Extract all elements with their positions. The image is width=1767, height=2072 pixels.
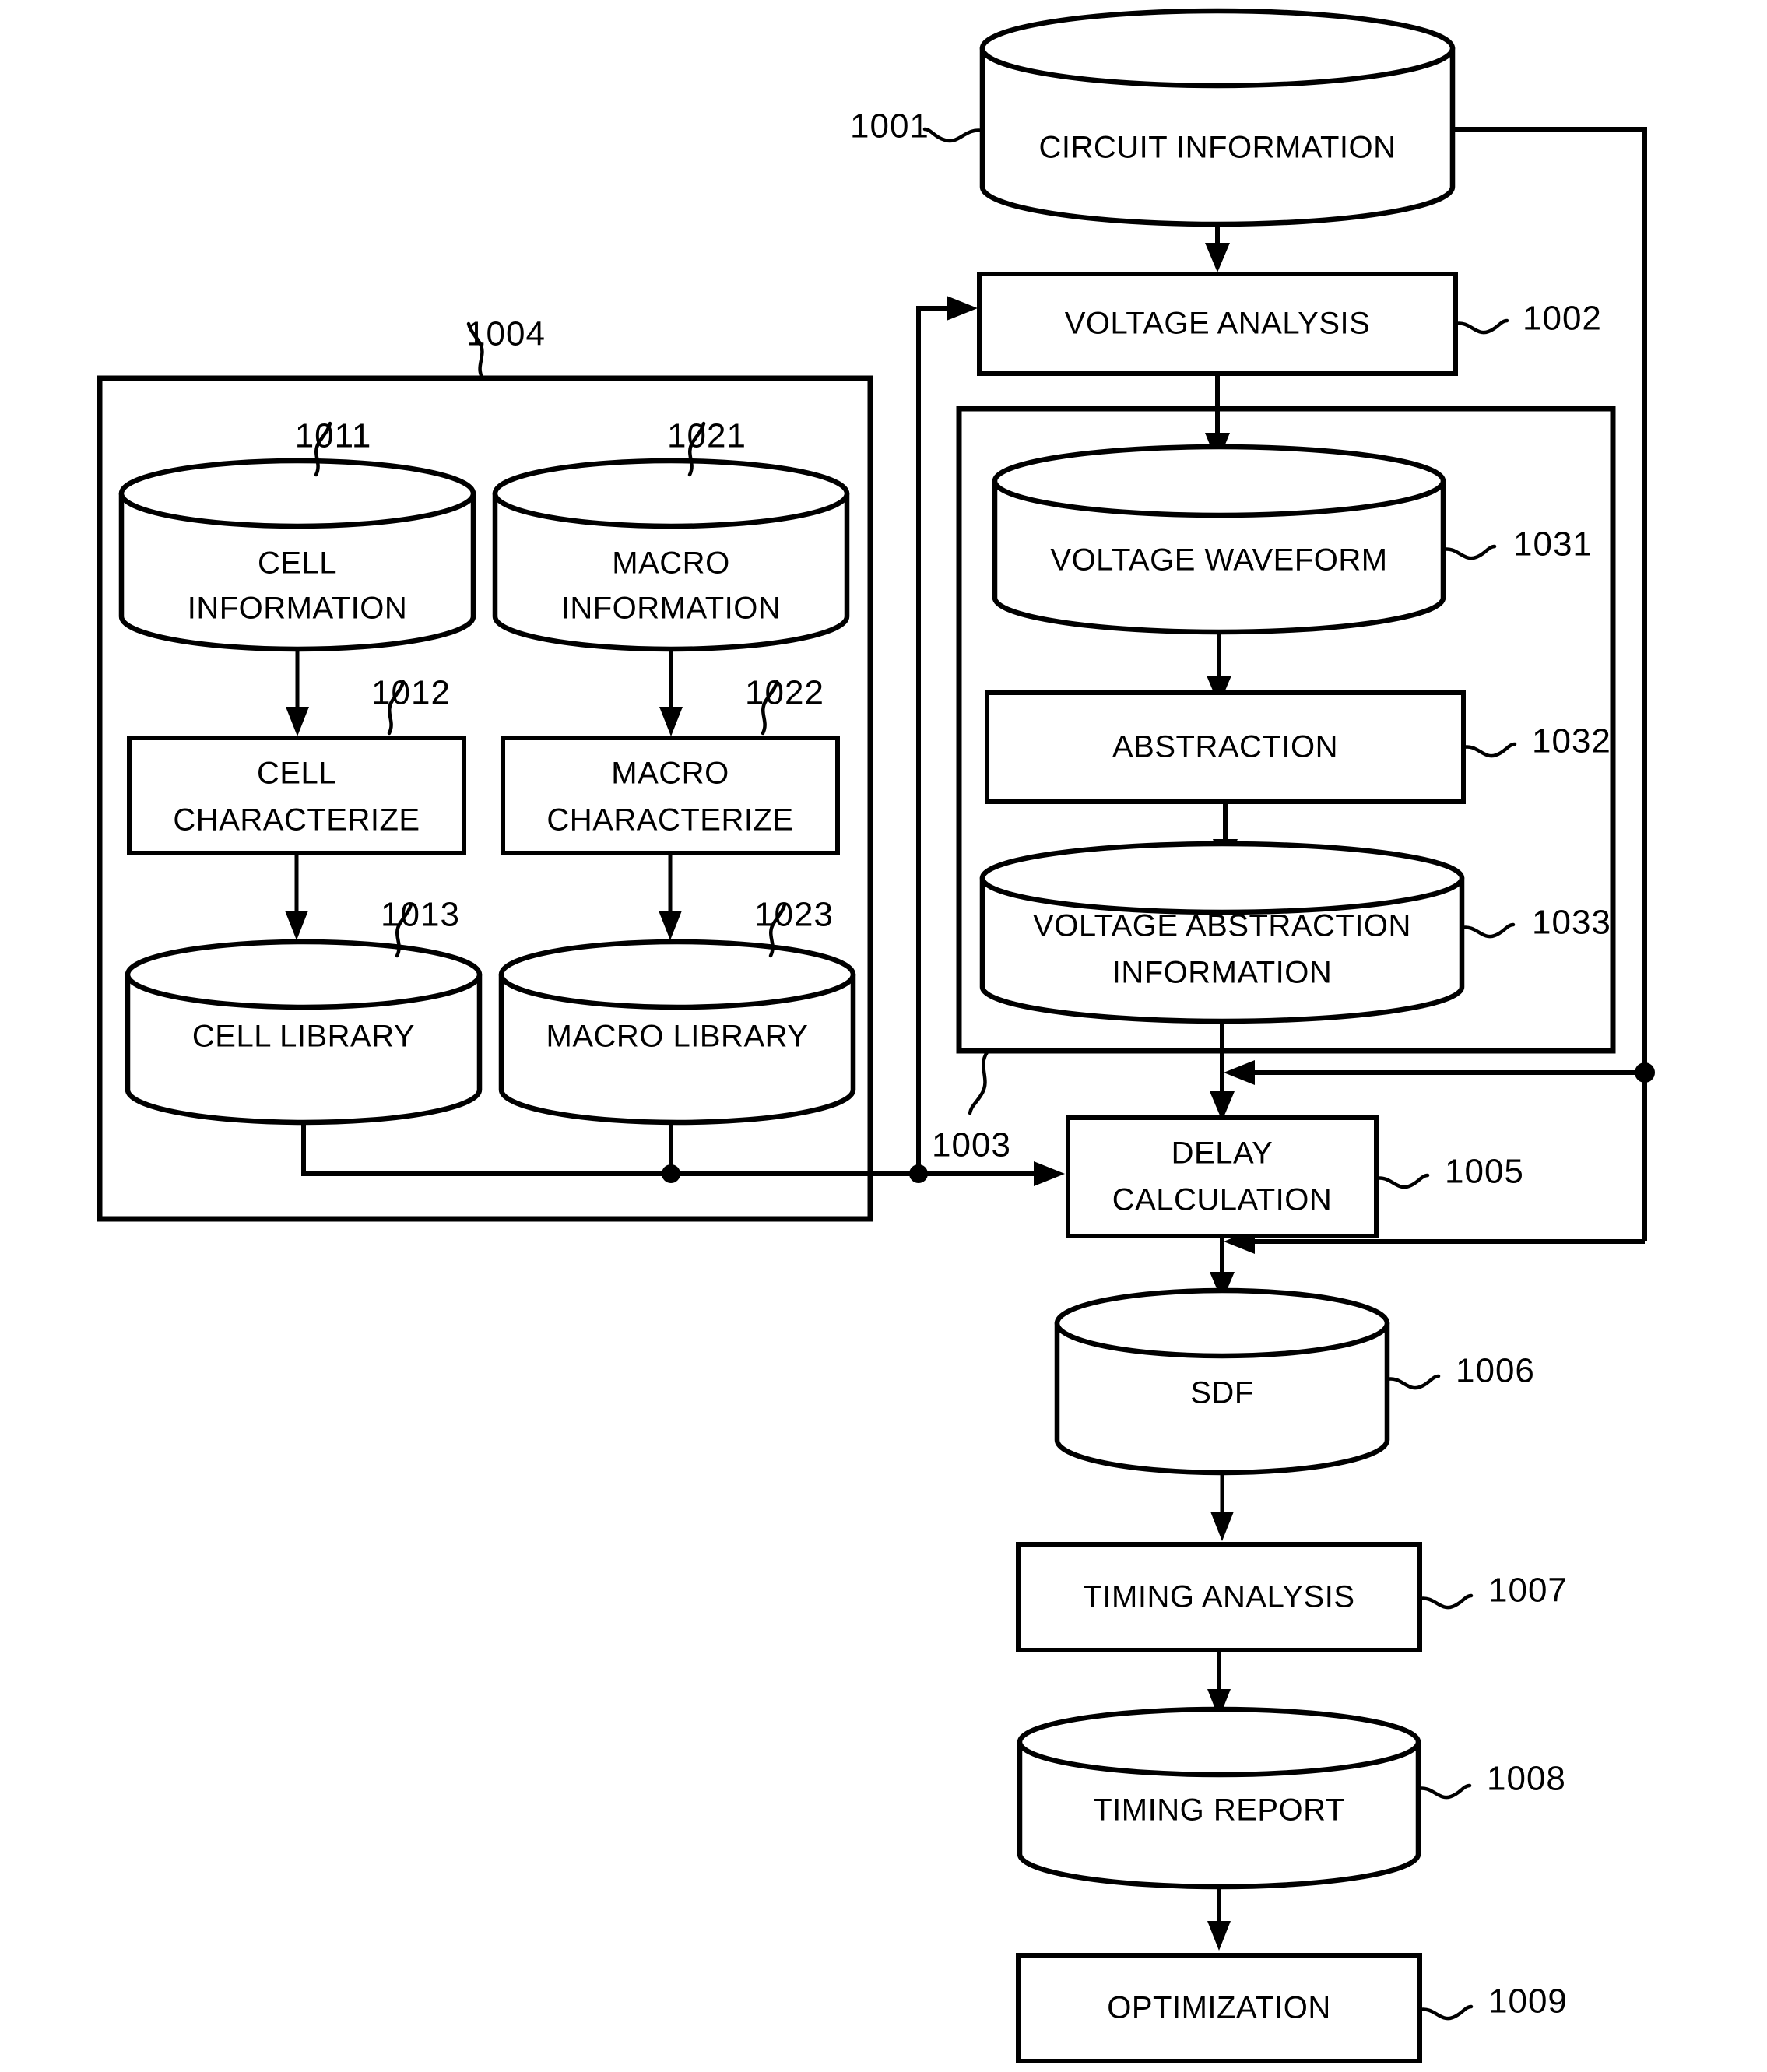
arrowhead-bus-1005-top <box>1224 1060 1255 1085</box>
patent-figure: CIRCUIT INFORMATION 1001 VOLTAGE ANALYSI… <box>0 0 1767 2072</box>
ref-numeral-1001: 1001 <box>850 107 929 146</box>
node-label-cell-information-line1: CELL <box>258 546 337 581</box>
node-label-timing-report: TIMING REPORT <box>1093 1793 1345 1828</box>
arrowhead-1021-1022 <box>659 707 683 736</box>
junction-dot-macro-library <box>662 1164 680 1183</box>
lead-line-1001 <box>922 127 985 143</box>
ref-numeral-1003: 1003 <box>932 1126 1011 1164</box>
node-label-circuit-information: CIRCUIT INFORMATION <box>1038 131 1396 165</box>
ref-numeral-1006: 1006 <box>1456 1352 1535 1390</box>
arrowhead-libraries-1005 <box>1034 1161 1065 1186</box>
node-label-macro-characterize-line1: MACRO <box>611 757 729 791</box>
ref-numeral-1023: 1023 <box>754 896 834 934</box>
ref-numeral-1021: 1021 <box>667 417 746 455</box>
ref-numeral-1002: 1002 <box>1523 300 1602 338</box>
ref-numeral-1033: 1033 <box>1532 904 1611 942</box>
lead-line-1033 <box>1460 922 1516 939</box>
ref-numeral-1031: 1031 <box>1513 525 1593 564</box>
lead-line-1032 <box>1461 742 1517 758</box>
node-label-voltage-analysis: VOLTAGE ANALYSIS <box>1065 307 1371 341</box>
node-voltage-waveform <box>992 444 1446 635</box>
lead-line-1009 <box>1417 2004 1474 2021</box>
node-label-cell-characterize-line2: CHARACTERIZE <box>173 803 420 838</box>
node-label-delay-calculation-line1: DELAY <box>1172 1136 1273 1171</box>
flowchart-canvas: CIRCUIT INFORMATION 1001 VOLTAGE ANALYSI… <box>97 8 1655 2063</box>
ref-numeral-1013: 1013 <box>381 896 460 934</box>
arrowhead-1022-1023 <box>659 911 682 940</box>
junction-dot-library-feedback <box>909 1164 928 1183</box>
ref-numeral-1007: 1007 <box>1488 1572 1568 1610</box>
node-label-cell-library: CELL LIBRARY <box>192 1020 415 1054</box>
lead-line-1002 <box>1453 318 1509 335</box>
node-label-voltage-waveform: VOLTAGE WAVEFORM <box>1050 543 1387 578</box>
node-label-voltage-abstraction-information-line2: INFORMATION <box>1112 956 1333 990</box>
lead-line-1007 <box>1417 1593 1474 1610</box>
node-label-cell-characterize-line1: CELL <box>257 757 336 791</box>
lead-line-1003 <box>968 1050 989 1115</box>
arrowhead-bus-1002 <box>947 296 978 321</box>
lead-line-1008 <box>1416 1783 1472 1800</box>
arrowhead-1008-1009 <box>1207 1921 1231 1951</box>
arrowhead-1012-1013 <box>285 911 308 940</box>
node-label-macro-information-line2: INFORMATION <box>561 592 782 626</box>
node-label-macro-characterize-line2: CHARACTERIZE <box>546 803 793 838</box>
arrowhead-1011-1012 <box>286 707 309 736</box>
ref-numeral-1011: 1011 <box>295 417 372 455</box>
node-label-voltage-abstraction-information-line1: VOLTAGE ABSTRACTION <box>1033 909 1411 943</box>
node-label-delay-calculation-line2: CALCULATION <box>1112 1183 1333 1217</box>
ref-numeral-1008: 1008 <box>1487 1760 1566 1798</box>
node-circuit-information <box>979 8 1456 227</box>
ref-numeral-1009: 1009 <box>1488 1982 1568 2021</box>
arrowhead-1006-1007 <box>1210 1512 1234 1541</box>
ref-numeral-1005: 1005 <box>1445 1153 1524 1191</box>
lead-line-1031 <box>1441 544 1497 560</box>
node-label-abstraction: ABSTRACTION <box>1112 730 1338 764</box>
edge-bus-to-1002 <box>916 306 954 1174</box>
ref-numeral-1012: 1012 <box>371 674 451 712</box>
node-label-sdf: SDF <box>1190 1376 1254 1410</box>
node-label-macro-information-line1: MACRO <box>612 546 729 581</box>
lead-line-1005 <box>1374 1173 1430 1189</box>
node-label-cell-information-line2: INFORMATION <box>188 592 408 626</box>
lead-line-1006 <box>1385 1374 1441 1390</box>
ref-numeral-1004: 1004 <box>466 315 546 353</box>
ref-numeral-1022: 1022 <box>745 674 824 712</box>
node-label-macro-library: MACRO LIBRARY <box>546 1020 809 1054</box>
node-label-timing-analysis: TIMING ANALYSIS <box>1083 1580 1354 1614</box>
ref-numeral-1032: 1032 <box>1532 722 1611 760</box>
arrowhead-1001-1002 <box>1205 243 1230 272</box>
node-label-optimization: OPTIMIZATION <box>1107 1991 1330 2025</box>
